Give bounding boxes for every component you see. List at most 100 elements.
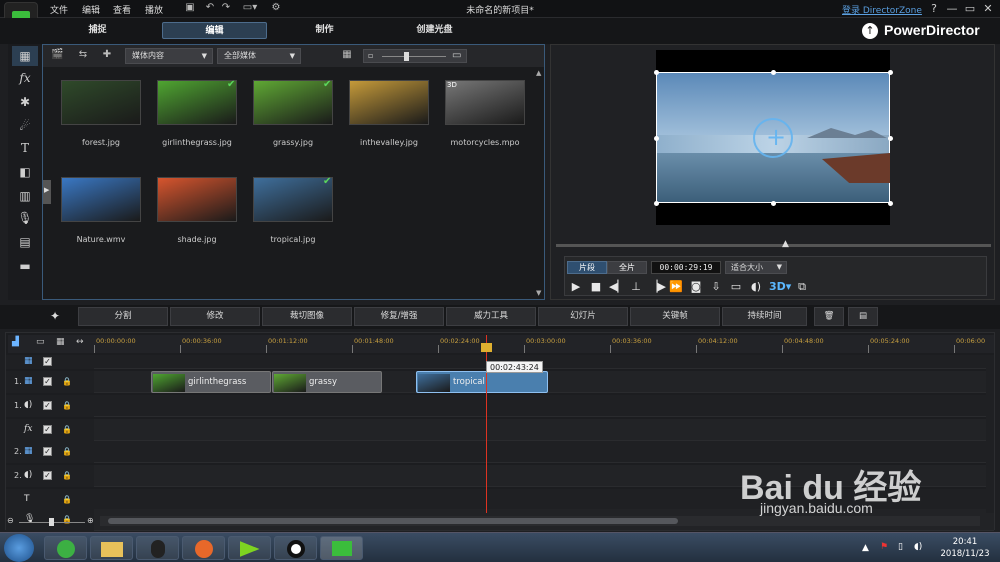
scroll-up-icon[interactable]: ▲: [536, 69, 541, 77]
transition-room-icon[interactable]: ◧: [12, 162, 38, 182]
subtitle-room-icon[interactable]: ▬: [12, 256, 38, 276]
help-button[interactable]: ?: [926, 1, 942, 16]
timeline-vscroll[interactable]: [986, 355, 994, 513]
taskbar-firefox-icon[interactable]: [182, 536, 225, 560]
resize-handle[interactable]: [654, 136, 659, 141]
slider-thumb[interactable]: [404, 52, 409, 61]
media-item[interactable]: inthevalley.jpg: [349, 80, 445, 160]
more-features-icon[interactable]: ▤: [848, 307, 878, 326]
track-lock-icon[interactable]: 🔒: [62, 471, 72, 480]
tray-alert-icon[interactable]: ⚑: [880, 542, 888, 552]
track-header[interactable]: 1. ◖) ✓ 🔒: [6, 395, 94, 417]
track-lane[interactable]: [94, 355, 994, 369]
clip-mode-button[interactable]: 片段: [567, 261, 607, 274]
resize-handle[interactable]: [888, 201, 893, 206]
preview-frame[interactable]: +: [656, 72, 890, 203]
puzzle-icon[interactable]: ✚: [101, 49, 113, 61]
track-lane[interactable]: [94, 395, 994, 417]
hscroll-thumb[interactable]: [108, 518, 678, 524]
taskbar-powerdirector-icon[interactable]: [320, 536, 363, 560]
movie-mode-button[interactable]: 全片: [607, 261, 647, 274]
power-tools-button[interactable]: 威力工具: [446, 307, 536, 326]
settings-gear-icon[interactable]: ⚙: [270, 2, 282, 14]
media-item[interactable]: shade.jpg: [157, 177, 253, 257]
fast-forward-icon[interactable]: ⏩: [669, 280, 683, 294]
pip-room-icon[interactable]: ✱: [12, 92, 38, 112]
tray-volume-icon[interactable]: ◖): [914, 542, 922, 552]
resize-handle[interactable]: [888, 70, 893, 75]
title-room-icon[interactable]: T: [12, 138, 38, 158]
export-icon[interactable]: ⇩: [709, 280, 723, 294]
previous-frame-icon[interactable]: ◀▏: [609, 280, 626, 294]
login-link[interactable]: 登录 DirectorZone: [842, 3, 922, 16]
redo-icon[interactable]: ↷: [220, 2, 232, 14]
media-item[interactable]: ✔ girlinthegrass.jpg: [157, 80, 253, 160]
snapshot-camera-icon[interactable]: ◙: [689, 280, 703, 294]
resize-handle[interactable]: [654, 70, 659, 75]
track-enable-checkbox[interactable]: ✓: [43, 425, 52, 434]
track-manager-icon[interactable]: ▦: [56, 337, 65, 347]
track-lock-icon[interactable]: 🔒: [62, 495, 72, 504]
particle-room-icon[interactable]: ☄: [12, 116, 38, 136]
tray-expand-icon[interactable]: ▲: [862, 543, 869, 553]
maximize-button[interactable]: ▭: [962, 1, 978, 16]
resize-handle[interactable]: [771, 201, 776, 206]
split-button[interactable]: 分割: [78, 307, 168, 326]
track-lock-icon[interactable]: 🔒: [62, 425, 72, 434]
media-scrollbar[interactable]: ▲ ▼: [534, 69, 544, 299]
effects-room-icon[interactable]: fx: [12, 68, 38, 88]
save-icon[interactable]: ▣: [184, 2, 196, 14]
media-content-dropdown[interactable]: 媒体内容 ▼: [125, 48, 213, 64]
track-header[interactable]: 1. ▦ ✓ 🔒: [6, 371, 94, 393]
keyframe-button[interactable]: 关键帧: [630, 307, 720, 326]
track-enable-checkbox[interactable]: ✓: [43, 357, 52, 366]
track-enable-checkbox[interactable]: ✓: [43, 401, 52, 410]
zoom-out-icon[interactable]: ⊖: [7, 516, 14, 525]
media-room-icon[interactable]: ▦: [12, 46, 38, 66]
media-thumbnail[interactable]: [253, 80, 333, 125]
taskbar-media-icon[interactable]: [228, 536, 271, 560]
preview-scrub-bar[interactable]: ▲: [556, 239, 991, 249]
chapter-room-icon[interactable]: ▤: [12, 232, 38, 252]
timeline-clip[interactable]: girlinthegrass: [151, 371, 271, 393]
media-item[interactable]: Nature.wmv: [61, 177, 157, 257]
thumbnail-size-slider[interactable]: ▫ ▭: [363, 49, 467, 63]
track-header[interactable]: fx ✓ 🔒: [6, 419, 94, 441]
slideshow-button[interactable]: 幻灯片: [538, 307, 628, 326]
preview-video[interactable]: +: [654, 50, 893, 225]
undo-icon[interactable]: ↶: [204, 2, 216, 14]
media-filter-dropdown[interactable]: 全部媒体 ▼: [217, 48, 301, 64]
timeline-view-icon[interactable]: ▟: [12, 337, 19, 347]
media-thumbnail[interactable]: [445, 80, 525, 125]
track-enable-checkbox[interactable]: ✓: [43, 377, 52, 386]
track-header[interactable]: T 🔒: [6, 489, 94, 511]
tab-produce[interactable]: 制作: [272, 22, 377, 39]
volume-icon[interactable]: ◖): [749, 280, 763, 294]
plugins-icon[interactable]: ⇆: [77, 49, 89, 61]
tab-capture[interactable]: 捕捉: [45, 22, 150, 39]
aspect-ratio-icon[interactable]: ▭▾: [240, 2, 260, 14]
close-button[interactable]: ✕: [980, 1, 996, 16]
timeline-clip[interactable]: grassy: [272, 371, 382, 393]
duration-button[interactable]: 持续时间: [722, 307, 807, 326]
play-icon[interactable]: ▶: [569, 280, 583, 294]
resize-handle[interactable]: [654, 201, 659, 206]
media-thumbnail[interactable]: [253, 177, 333, 222]
zoom-fit-dropdown[interactable]: 适合大小 ▼: [725, 261, 787, 274]
tray-clock[interactable]: 20:41 2018/11/23: [935, 536, 995, 560]
stop-icon[interactable]: ■: [589, 280, 603, 294]
minimize-button[interactable]: —: [944, 1, 960, 16]
storyboard-view-icon[interactable]: ▭: [36, 337, 45, 347]
track-header[interactable]: 2. ▦ ✓ 🔒: [6, 441, 94, 463]
media-item[interactable]: ✔ grassy.jpg: [253, 80, 349, 160]
import-media-icon[interactable]: 🎬: [51, 49, 63, 61]
media-thumbnail[interactable]: [61, 177, 141, 222]
undock-icon[interactable]: ⧉: [795, 280, 809, 294]
timeline-ruler[interactable]: 00:00:00:00 00:00:36:00 00:01:12:00 00:01:4…: [94, 335, 994, 353]
modify-button[interactable]: 修改: [170, 307, 260, 326]
track-lock-icon[interactable]: 🔒: [62, 377, 72, 386]
voiceover-microphone-icon[interactable]: 🎙: [12, 208, 38, 228]
taskbar-browser-icon[interactable]: [44, 536, 87, 560]
zoom-thumb[interactable]: [49, 518, 54, 526]
magic-tools-icon[interactable]: ✦: [50, 309, 60, 323]
